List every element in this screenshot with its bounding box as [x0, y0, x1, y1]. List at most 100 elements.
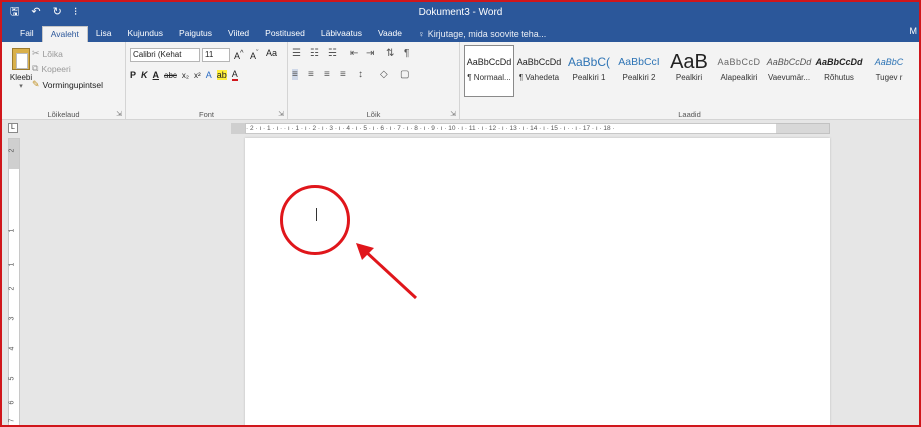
paste-label: Kleebi	[9, 73, 33, 82]
bold-icon[interactable]: P	[130, 70, 136, 80]
style-sample: AaBbCcDd	[815, 57, 863, 67]
annotation-circle	[280, 185, 350, 255]
multilevel-list-icon[interactable]: ☵	[328, 48, 337, 59]
line-spacing-icon[interactable]: ↕	[358, 69, 363, 80]
style-sample: AaBbC(	[567, 55, 611, 69]
subscript-icon[interactable]: x₂	[182, 71, 189, 80]
superscript-icon[interactable]: x²	[194, 71, 201, 80]
paste-button[interactable]: Kleebi ▾	[8, 48, 34, 92]
vruler-number: 6	[8, 400, 16, 405]
style-name: Vaevumär...	[767, 73, 811, 82]
align-left-icon[interactable]: ≡	[292, 69, 298, 80]
horizontal-ruler: L · 2 · ı · 1 · ı · · ı · 1 · ı · 2 · ı …	[2, 120, 919, 136]
tab-home[interactable]: Avaleht	[41, 26, 88, 42]
word-window: 🖫 ↶ ↻ ⁝ Dokument3 - Word Fail Avaleht Li…	[0, 0, 921, 427]
bullets-icon[interactable]: ☰	[292, 48, 301, 59]
format-painter-label: Vormingupintsel	[42, 79, 104, 90]
vruler-number: 2	[8, 148, 16, 153]
style-name: Pealkiri 1	[572, 73, 606, 82]
vruler-number: 1	[8, 262, 16, 267]
style-name: ¶ Vahedeta	[518, 73, 560, 82]
tab-design[interactable]: Kujundus	[120, 26, 171, 42]
numbering-icon[interactable]: ☷	[310, 48, 319, 59]
vruler-number: 4	[8, 346, 16, 351]
decrease-indent-icon[interactable]: ⇤	[350, 48, 358, 59]
tabs-right-label[interactable]: M	[910, 26, 918, 36]
style-emphasis[interactable]: AaBbCcDd Rõhutus	[814, 45, 864, 97]
format-painter-button[interactable]: ✎ Vormingupintsel	[32, 79, 103, 90]
brush-icon: ✎	[32, 79, 40, 89]
tab-mailings[interactable]: Postitused	[257, 26, 313, 42]
borders-icon[interactable]: ▢	[400, 69, 409, 80]
clipboard-icon	[12, 48, 30, 70]
style-heading-1[interactable]: AaBbC( Pealkiri 1	[564, 45, 614, 97]
font-size-value: 11	[205, 50, 214, 59]
align-right-icon[interactable]: ≡	[324, 69, 330, 80]
styles-gallery: AaBbCcDd ¶ Normaal... AaBbCcDd ¶ Vahedet…	[464, 45, 914, 97]
tab-insert[interactable]: Lisa	[88, 26, 120, 42]
shrink-font-icon[interactable]: Aˇ	[250, 48, 259, 61]
style-sample: AaB	[670, 51, 708, 73]
right-margin-area	[776, 123, 830, 134]
ribbon-tabs: Fail Avaleht Lisa Kujundus Paigutus Viit…	[2, 24, 919, 42]
tab-selector[interactable]: L	[8, 123, 18, 133]
style-sample: AaBbCcD	[717, 57, 761, 67]
font-size-box[interactable]: 11	[202, 48, 230, 62]
vruler-number: 1	[8, 228, 16, 233]
style-name: Tugev r	[875, 73, 903, 82]
title-bar: 🖫 ↶ ↻ ⁝ Dokument3 - Word	[2, 2, 919, 24]
highlight-icon[interactable]: ab	[216, 70, 227, 80]
dialog-launcher-icon[interactable]: ⇲	[278, 110, 284, 118]
style-sample: AaBbCcI	[618, 56, 660, 68]
vruler-number: 7	[8, 418, 16, 423]
italic-icon[interactable]: K	[141, 70, 148, 80]
style-no-spacing[interactable]: AaBbCcDd ¶ Vahedeta	[514, 45, 564, 97]
style-heading-2[interactable]: AaBbCcI Pealkiri 2	[614, 45, 664, 97]
style-name: Rõhutus	[824, 73, 854, 82]
text-effects-icon[interactable]: A	[206, 70, 212, 80]
copy-label: Kopeeri	[41, 63, 71, 74]
clipboard-group-label: Lõikelaud	[47, 110, 80, 119]
tab-view[interactable]: Vaade	[370, 26, 410, 42]
chevron-down-icon[interactable]: ▾	[8, 82, 34, 90]
align-center-icon[interactable]: ≡	[308, 69, 314, 80]
shading-icon[interactable]: ◇	[380, 69, 388, 80]
change-case-icon[interactable]: Aa	[266, 48, 277, 58]
lightbulb-icon: ♀	[417, 29, 425, 39]
style-name: Pealkiri 2	[622, 73, 656, 82]
style-name: Alapealkiri	[720, 73, 758, 82]
vruler-number: 2	[8, 286, 16, 291]
tab-review[interactable]: Läbivaatus	[313, 26, 370, 42]
style-subtitle[interactable]: AaBbCcD Alapealkiri	[714, 45, 764, 97]
styles-group-label: Laadid	[678, 110, 701, 119]
annotation-arrow-icon	[356, 243, 418, 300]
increase-indent-icon[interactable]: ⇥	[366, 48, 374, 59]
sort-icon[interactable]: ⇅	[386, 48, 394, 59]
vertical-ruler: 2 1 1 2 3 4 5 6 7	[8, 138, 20, 425]
tell-me-box[interactable]: ♀ Kirjutage, mida soovite teha...	[410, 26, 546, 42]
underline-icon[interactable]: A	[153, 70, 160, 80]
strikethrough-icon[interactable]: abc	[164, 71, 177, 80]
style-title[interactable]: AaB Pealkiri	[664, 45, 714, 97]
dialog-launcher-icon[interactable]: ⇲	[450, 110, 456, 118]
cut-button[interactable]: ✂ Lõika	[32, 48, 63, 59]
style-normal[interactable]: AaBbCcDd ¶ Normaal...	[464, 45, 514, 97]
tab-references[interactable]: Viited	[220, 26, 257, 42]
copy-icon: ⧉	[32, 63, 39, 73]
justify-icon[interactable]: ≡	[340, 69, 346, 80]
pilcrow-icon[interactable]: ¶	[404, 48, 409, 59]
font-color-icon[interactable]: A	[231, 69, 238, 81]
grow-font-icon[interactable]: A^	[234, 48, 244, 61]
font-name-box[interactable]: Calibri (Kehat	[130, 48, 200, 62]
left-margin-area	[231, 123, 245, 134]
style-subtle-emphasis[interactable]: AaBbCcDd Vaevumär...	[764, 45, 814, 97]
document-page[interactable]	[245, 138, 830, 425]
ruler-scale[interactable]: · 2 · ı · 1 · ı · · ı · 1 · ı · 2 · ı · …	[245, 123, 830, 134]
copy-button[interactable]: ⧉ Kopeeri	[32, 63, 71, 74]
dialog-launcher-icon[interactable]: ⇲	[116, 110, 122, 118]
style-sample: AaBbCcDd	[466, 57, 512, 67]
tab-file[interactable]: Fail	[12, 26, 42, 42]
tab-layout[interactable]: Paigutus	[171, 26, 220, 42]
style-sample: AaBbCcDd	[766, 57, 812, 67]
style-intense-emphasis[interactable]: AaBbC Tugev r	[864, 45, 914, 97]
